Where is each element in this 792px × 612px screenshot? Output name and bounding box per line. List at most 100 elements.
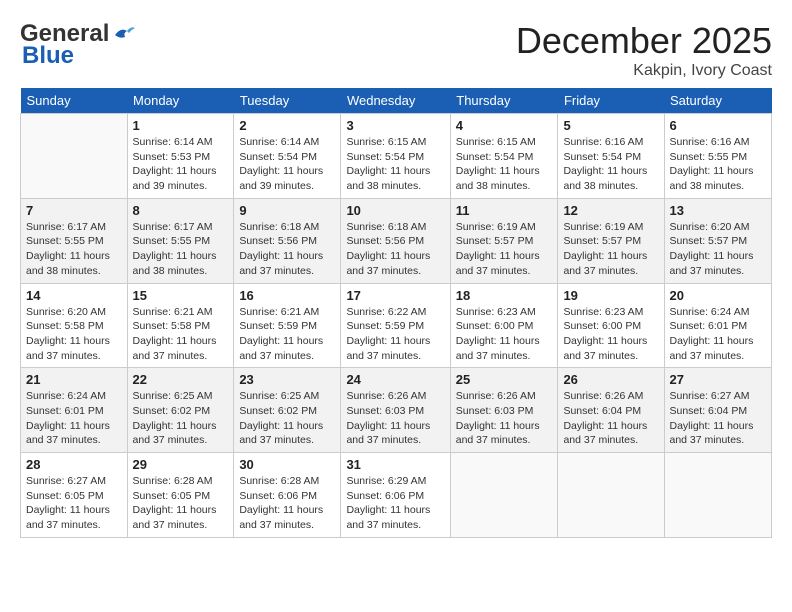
cell-info: Sunrise: 6:20 AMSunset: 5:58 PMDaylight:…	[26, 305, 122, 364]
day-number: 12	[563, 203, 658, 218]
calendar-week-row: 28 Sunrise: 6:27 AMSunset: 6:05 PMDayligh…	[21, 453, 772, 538]
day-number: 16	[239, 288, 335, 303]
calendar-header-thursday: Thursday	[450, 88, 558, 114]
calendar-cell: 11Sunrise: 6:19 AMSunset: 5:57 PMDayligh…	[450, 198, 558, 283]
day-number: 24	[346, 372, 444, 387]
logo-blue: Blue	[22, 42, 74, 70]
cell-info: Sunrise: 6:15 AMSunset: 5:54 PMDaylight:…	[346, 135, 444, 194]
calendar-cell: 13 Sunrise: 6:20 AMSunset: 5:57 PMDayligh…	[664, 198, 772, 283]
day-number: 8	[133, 203, 229, 218]
calendar-table: SundayMondayTuesdayWednesdayThursdayFrid…	[20, 88, 772, 538]
day-number: 1	[133, 118, 229, 133]
cell-info: Sunrise: 6:23 AMSunset: 6:00 PMDaylight:…	[456, 305, 553, 364]
calendar-cell: 17 Sunrise: 6:22 AMSunset: 5:59 PMDayligh…	[341, 283, 450, 368]
calendar-cell	[558, 453, 664, 538]
day-number: 15	[133, 288, 229, 303]
day-number: 5	[563, 118, 658, 133]
day-number: 20	[670, 288, 767, 303]
cell-info: Sunrise: 6:17 AMSunset: 5:55 PMDaylight:…	[26, 220, 122, 279]
calendar-cell: 14 Sunrise: 6:20 AMSunset: 5:58 PMDayligh…	[21, 283, 128, 368]
cell-info: Sunrise: 6:22 AMSunset: 5:59 PMDaylight:…	[346, 305, 444, 364]
day-number: 21	[26, 372, 122, 387]
title-block: December 2025 Kakpin, Ivory Coast	[516, 20, 772, 80]
day-number: 4	[456, 118, 553, 133]
day-number: 31	[346, 457, 444, 472]
cell-info: Sunrise: 6:18 AMSunset: 5:56 PMDaylight:…	[239, 220, 335, 279]
cell-info: Sunrise: 6:23 AMSunset: 6:00 PMDaylight:…	[563, 305, 658, 364]
cell-info: Sunrise: 6:29 AMSunset: 6:06 PMDaylight:…	[346, 474, 444, 533]
day-number: 30	[239, 457, 335, 472]
calendar-cell: 29 Sunrise: 6:28 AMSunset: 6:05 PMDayligh…	[127, 453, 234, 538]
day-number: 13	[670, 203, 767, 218]
calendar-cell: 22Sunrise: 6:25 AMSunset: 6:02 PMDayligh…	[127, 368, 234, 453]
calendar-cell: 12 Sunrise: 6:19 AMSunset: 5:57 PMDayligh…	[558, 198, 664, 283]
cell-info: Sunrise: 6:14 AMSunset: 5:53 PMDaylight:…	[133, 135, 229, 194]
month-title: December 2025	[516, 20, 772, 62]
day-number: 14	[26, 288, 122, 303]
cell-info: Sunrise: 6:24 AMSunset: 6:01 PMDaylight:…	[26, 389, 122, 448]
cell-info: Sunrise: 6:27 AMSunset: 6:05 PMDaylight:…	[26, 474, 122, 533]
logo: General Blue	[20, 20, 135, 70]
cell-info: Sunrise: 6:26 AMSunset: 6:04 PMDaylight:…	[563, 389, 658, 448]
day-number: 17	[346, 288, 444, 303]
day-number: 6	[670, 118, 767, 133]
calendar-cell: 18 Sunrise: 6:23 AMSunset: 6:00 PMDayligh…	[450, 283, 558, 368]
cell-info: Sunrise: 6:17 AMSunset: 5:55 PMDaylight:…	[133, 220, 229, 279]
calendar-week-row: 7 Sunrise: 6:17 AMSunset: 5:55 PMDaylight…	[21, 198, 772, 283]
calendar-cell: 6 Sunrise: 6:16 AMSunset: 5:55 PMDaylight…	[664, 114, 772, 199]
cell-info: Sunrise: 6:19 AMSunset: 5:57 PMDaylight:…	[563, 220, 658, 279]
calendar-cell: 27Sunrise: 6:27 AMSunset: 6:04 PMDayligh…	[664, 368, 772, 453]
location-subtitle: Kakpin, Ivory Coast	[516, 62, 772, 80]
day-number: 19	[563, 288, 658, 303]
cell-info: Sunrise: 6:28 AMSunset: 6:05 PMDaylight:…	[133, 474, 229, 533]
calendar-header-wednesday: Wednesday	[341, 88, 450, 114]
cell-info: Sunrise: 6:25 AMSunset: 6:02 PMDaylight:…	[239, 389, 335, 448]
calendar-cell: 1 Sunrise: 6:14 AMSunset: 5:53 PMDaylight…	[127, 114, 234, 199]
calendar-week-row: 21 Sunrise: 6:24 AMSunset: 6:01 PMDayligh…	[21, 368, 772, 453]
calendar-cell	[21, 114, 128, 199]
calendar-header-friday: Friday	[558, 88, 664, 114]
day-number: 2	[239, 118, 335, 133]
calendar-cell: 5 Sunrise: 6:16 AMSunset: 5:54 PMDaylight…	[558, 114, 664, 199]
cell-info: Sunrise: 6:16 AMSunset: 5:55 PMDaylight:…	[670, 135, 767, 194]
calendar-cell: 30 Sunrise: 6:28 AMSunset: 6:06 PMDayligh…	[234, 453, 341, 538]
cell-info: Sunrise: 6:21 AMSunset: 5:59 PMDaylight:…	[239, 305, 335, 364]
calendar-header-sunday: Sunday	[21, 88, 128, 114]
calendar-cell: 9 Sunrise: 6:18 AMSunset: 5:56 PMDaylight…	[234, 198, 341, 283]
day-number: 18	[456, 288, 553, 303]
day-number: 7	[26, 203, 122, 218]
day-number: 26	[563, 372, 658, 387]
calendar-cell: 8 Sunrise: 6:17 AMSunset: 5:55 PMDaylight…	[127, 198, 234, 283]
calendar-cell: 25 Sunrise: 6:26 AMSunset: 6:03 PMDayligh…	[450, 368, 558, 453]
cell-info: Sunrise: 6:24 AMSunset: 6:01 PMDaylight:…	[670, 305, 767, 364]
cell-info: Sunrise: 6:28 AMSunset: 6:06 PMDaylight:…	[239, 474, 335, 533]
cell-info: Sunrise: 6:20 AMSunset: 5:57 PMDaylight:…	[670, 220, 767, 279]
day-number: 9	[239, 203, 335, 218]
cell-info: Sunrise: 6:16 AMSunset: 5:54 PMDaylight:…	[563, 135, 658, 194]
calendar-cell: 2 Sunrise: 6:14 AMSunset: 5:54 PMDaylight…	[234, 114, 341, 199]
calendar-header-tuesday: Tuesday	[234, 88, 341, 114]
day-number: 23	[239, 372, 335, 387]
day-number: 28	[26, 457, 122, 472]
calendar-cell: 4Sunrise: 6:15 AMSunset: 5:54 PMDaylight…	[450, 114, 558, 199]
cell-info: Sunrise: 6:19 AMSunset: 5:57 PMDaylight:…	[456, 220, 553, 279]
calendar-week-row: 14 Sunrise: 6:20 AMSunset: 5:58 PMDayligh…	[21, 283, 772, 368]
calendar-cell: 31 Sunrise: 6:29 AMSunset: 6:06 PMDayligh…	[341, 453, 450, 538]
day-number: 3	[346, 118, 444, 133]
calendar-cell: 20 Sunrise: 6:24 AMSunset: 6:01 PMDayligh…	[664, 283, 772, 368]
cell-info: Sunrise: 6:18 AMSunset: 5:56 PMDaylight:…	[346, 220, 444, 279]
calendar-week-row: 1 Sunrise: 6:14 AMSunset: 5:53 PMDaylight…	[21, 114, 772, 199]
cell-info: Sunrise: 6:26 AMSunset: 6:03 PMDaylight:…	[346, 389, 444, 448]
calendar-cell: 26 Sunrise: 6:26 AMSunset: 6:04 PMDayligh…	[558, 368, 664, 453]
cell-info: Sunrise: 6:14 AMSunset: 5:54 PMDaylight:…	[239, 135, 335, 194]
day-number: 29	[133, 457, 229, 472]
day-number: 10	[346, 203, 444, 218]
calendar-cell	[450, 453, 558, 538]
day-number: 22	[133, 372, 229, 387]
calendar-cell	[664, 453, 772, 538]
cell-info: Sunrise: 6:26 AMSunset: 6:03 PMDaylight:…	[456, 389, 553, 448]
day-number: 25	[456, 372, 553, 387]
logo-bird-icon	[113, 25, 135, 43]
calendar-cell: 3 Sunrise: 6:15 AMSunset: 5:54 PMDaylight…	[341, 114, 450, 199]
cell-info: Sunrise: 6:21 AMSunset: 5:58 PMDaylight:…	[133, 305, 229, 364]
